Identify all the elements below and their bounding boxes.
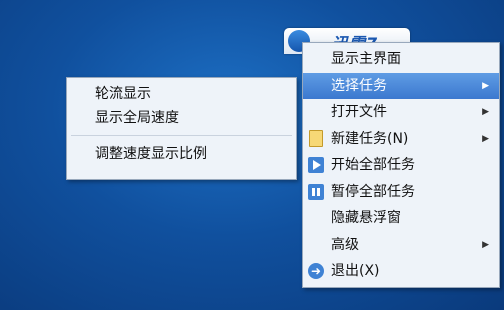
submenu-arrow-icon: ▶ bbox=[482, 80, 489, 91]
new-document-icon bbox=[309, 129, 323, 147]
submenu-arrow-icon: ▶ bbox=[482, 239, 489, 250]
menu-item-show-main[interactable]: 显示主界面 bbox=[303, 46, 499, 73]
tray-context-menu: 显示主界面 选择任务 ▶ 打开文件 ▶ 新建任务(N) ▶ 开始全部任务 暂停全… bbox=[302, 42, 500, 288]
menu-item-label: 高级 bbox=[331, 236, 359, 253]
menu-item-exit[interactable]: ➜ 退出(X) bbox=[303, 258, 499, 285]
menu-item-new-task[interactable]: 新建任务(N) ▶ bbox=[303, 126, 499, 153]
submenu-arrow-icon: ▶ bbox=[482, 133, 489, 144]
menu-item-label: 退出(X) bbox=[331, 263, 380, 279]
menu-item-label: 打开文件 bbox=[331, 104, 387, 120]
menu-item-label: 隐藏悬浮窗 bbox=[331, 210, 401, 226]
menu-item-show-global-speed[interactable]: 显示全局速度 bbox=[67, 106, 296, 130]
menu-separator bbox=[71, 135, 292, 136]
menu-item-label: 暂停全部任务 bbox=[331, 183, 415, 200]
menu-item-label: 开始全部任务 bbox=[331, 157, 415, 173]
play-icon bbox=[308, 157, 324, 173]
menu-item-select-task[interactable]: 选择任务 ▶ bbox=[303, 72, 499, 99]
submenu-arrow-icon: ▶ bbox=[482, 107, 489, 117]
exit-arrow-icon: ➜ bbox=[308, 263, 324, 279]
menu-item-label: 显示主界面 bbox=[331, 51, 401, 67]
menu-item-label: 选择任务 bbox=[331, 77, 387, 94]
menu-item-advanced[interactable]: 高级 ▶ bbox=[303, 232, 499, 259]
menu-item-pause-all[interactable]: 暂停全部任务 bbox=[303, 179, 499, 206]
menu-item-adjust-speed-ratio[interactable]: 调整速度显示比例 bbox=[67, 142, 296, 166]
menu-item-rotate-display[interactable]: 轮流显示 bbox=[67, 82, 296, 106]
select-task-submenu: 轮流显示 显示全局速度 调整速度显示比例 bbox=[66, 77, 297, 180]
menu-item-open-file[interactable]: 打开文件 ▶ bbox=[303, 99, 499, 126]
menu-item-start-all[interactable]: 开始全部任务 bbox=[303, 152, 499, 179]
menu-item-label: 新建任务(N) bbox=[331, 130, 409, 147]
menu-item-hide-float[interactable]: 隐藏悬浮窗 bbox=[303, 205, 499, 232]
pause-icon bbox=[308, 183, 324, 200]
